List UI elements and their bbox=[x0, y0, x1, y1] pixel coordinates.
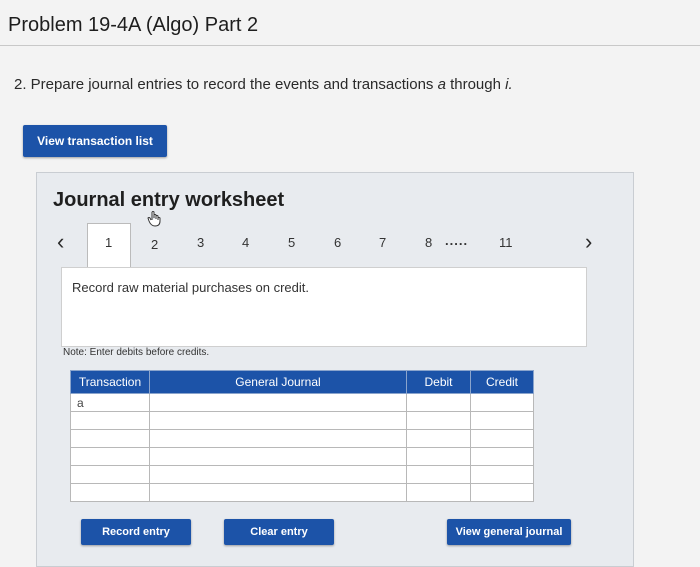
title-divider bbox=[0, 45, 700, 46]
general-journal-cell[interactable] bbox=[149, 465, 407, 484]
clear-entry-button[interactable]: Clear entry bbox=[224, 519, 334, 545]
page-tab-2[interactable]: 2 bbox=[151, 237, 158, 252]
previous-page-arrow-icon[interactable]: ‹ bbox=[57, 229, 64, 255]
view-general-journal-button[interactable]: View general journal bbox=[447, 519, 571, 545]
column-header-general-journal: General Journal bbox=[149, 370, 407, 394]
credit-cell[interactable] bbox=[470, 429, 534, 448]
debit-cell[interactable] bbox=[406, 447, 471, 466]
credit-cell[interactable] bbox=[470, 465, 534, 484]
table-row bbox=[70, 411, 534, 430]
credit-cell[interactable] bbox=[470, 483, 534, 502]
credit-cell[interactable] bbox=[470, 393, 534, 412]
page-tab-1[interactable]: 1 bbox=[105, 235, 112, 250]
page-tab-7[interactable]: 7 bbox=[379, 235, 386, 250]
table-row: a bbox=[70, 393, 534, 412]
column-header-credit: Credit bbox=[470, 370, 534, 394]
page-tab-6[interactable]: 6 bbox=[334, 235, 341, 250]
debits-note: Note: Enter debits before credits. bbox=[63, 347, 210, 358]
page-tab-5[interactable]: 5 bbox=[288, 235, 295, 250]
instruction-text: 2. Prepare journal entries to record the… bbox=[14, 76, 513, 93]
transaction-cell[interactable] bbox=[70, 465, 150, 484]
worksheet-pager: ‹ 1 2 3 4 5 6 7 8 ..... 11 › bbox=[37, 223, 633, 268]
debit-cell[interactable] bbox=[406, 411, 471, 430]
view-transaction-list-button[interactable]: View transaction list bbox=[23, 125, 167, 157]
instruction-italic-i: i. bbox=[505, 76, 513, 93]
worksheet-title: Journal entry worksheet bbox=[53, 189, 285, 211]
journal-entry-worksheet: Journal entry worksheet ‹ 1 2 3 4 5 6 7 … bbox=[36, 172, 634, 567]
entry-prompt-text: Record raw material purchases on credit. bbox=[72, 280, 309, 295]
journal-table: Transaction General Journal Debit Credit… bbox=[70, 370, 534, 502]
table-row bbox=[70, 483, 534, 502]
table-row bbox=[70, 429, 534, 448]
debit-cell[interactable] bbox=[406, 393, 471, 412]
entry-prompt-box: Record raw material purchases on credit. bbox=[61, 267, 587, 347]
page-tab-8[interactable]: 8 bbox=[425, 235, 432, 250]
instruction-italic-a: a bbox=[437, 76, 446, 93]
general-journal-cell[interactable] bbox=[149, 393, 407, 412]
transaction-cell[interactable] bbox=[70, 429, 150, 448]
page-tab-3[interactable]: 3 bbox=[197, 235, 204, 250]
page-tab-11[interactable]: 11 bbox=[499, 235, 513, 250]
general-journal-cell[interactable] bbox=[149, 447, 407, 466]
page-tab-4[interactable]: 4 bbox=[242, 235, 249, 250]
table-row bbox=[70, 447, 534, 466]
general-journal-cell[interactable] bbox=[149, 429, 407, 448]
transaction-cell[interactable] bbox=[70, 411, 150, 430]
credit-cell[interactable] bbox=[470, 447, 534, 466]
column-header-transaction: Transaction bbox=[70, 370, 150, 394]
general-journal-cell[interactable] bbox=[149, 483, 407, 502]
credit-cell[interactable] bbox=[470, 411, 534, 430]
transaction-cell[interactable] bbox=[70, 483, 150, 502]
next-page-arrow-icon[interactable]: › bbox=[585, 229, 592, 255]
instruction-middle: through bbox=[445, 76, 506, 93]
debit-cell[interactable] bbox=[406, 429, 471, 448]
transaction-cell[interactable]: a bbox=[70, 393, 150, 412]
column-header-debit: Debit bbox=[406, 370, 471, 394]
debit-cell[interactable] bbox=[406, 483, 471, 502]
instruction-prefix: 2. Prepare journal entries to record the… bbox=[14, 76, 438, 93]
page-ellipsis: ..... bbox=[445, 233, 469, 248]
general-journal-cell[interactable] bbox=[149, 411, 407, 430]
table-row bbox=[70, 465, 534, 484]
transaction-cell[interactable] bbox=[70, 447, 150, 466]
record-entry-button[interactable]: Record entry bbox=[81, 519, 191, 545]
debit-cell[interactable] bbox=[406, 465, 471, 484]
page-title: Problem 19-4A (Algo) Part 2 bbox=[8, 14, 259, 36]
